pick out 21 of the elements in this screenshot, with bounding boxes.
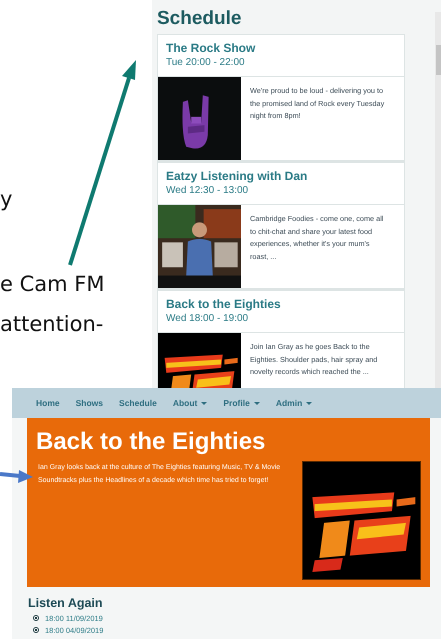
nav-link[interactable]: Schedule — [119, 398, 157, 408]
slide-text: attention- — [0, 311, 104, 338]
show-title[interactable]: Eatzy Listening with Dan — [166, 169, 396, 184]
show-title: Back to the Eighties — [36, 428, 266, 456]
nav-link[interactable]: Home — [36, 398, 60, 408]
arrow — [0, 470, 33, 483]
show-title[interactable]: Back to the Eighties — [166, 297, 396, 312]
show-time: Wed 18:00 - 19:00 — [166, 312, 250, 325]
nav-link[interactable]: Shows — [76, 398, 104, 408]
slide-text: e Cam FM — [0, 271, 106, 298]
scrollbar[interactable] — [435, 12, 441, 388]
show-time: Tue 20:00 - 22:00 — [166, 56, 246, 69]
section-heading: Listen Again — [28, 595, 104, 611]
show-title[interactable]: The Rock Show — [166, 41, 396, 56]
nav-link[interactable]: About — [172, 398, 208, 408]
page-heading: Schedule — [157, 7, 242, 31]
nav-link[interactable]: Profile — [223, 398, 260, 408]
nav-link[interactable]: Admin — [276, 398, 312, 408]
show-time: Wed 12:30 - 13:00 — [166, 184, 250, 197]
scrollbar-thumb[interactable] — [436, 45, 441, 75]
slide-text: y — [0, 186, 14, 213]
